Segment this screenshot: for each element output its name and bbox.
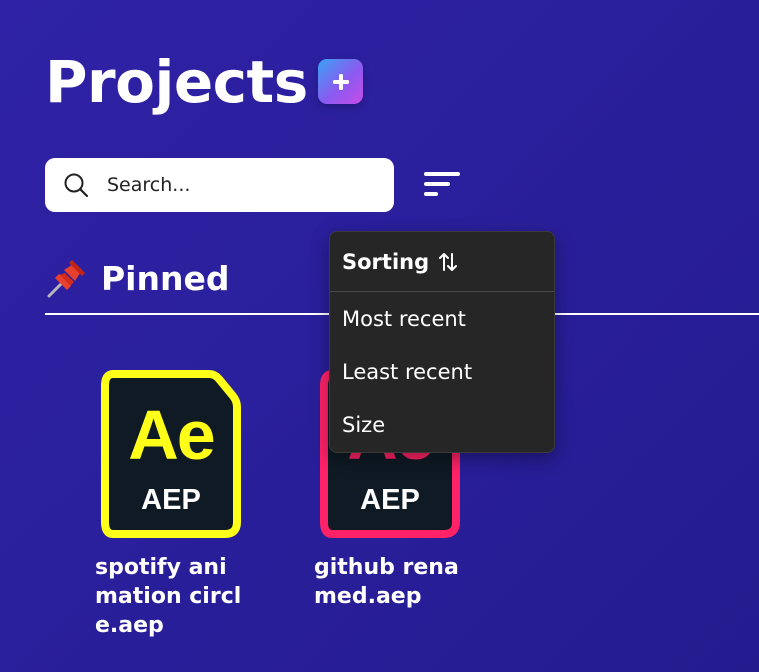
section-title: Pinned xyxy=(101,258,230,298)
page-title: Projects xyxy=(45,48,308,116)
sort-option-least-recent[interactable]: Least recent xyxy=(330,345,554,398)
sort-menu-header: Sorting xyxy=(330,232,554,292)
search-input[interactable] xyxy=(107,158,377,212)
file-extension-label: AEP xyxy=(360,484,420,516)
sort-option-most-recent[interactable]: Most recent xyxy=(330,292,554,345)
file-type-letters: Ae xyxy=(128,396,215,474)
add-project-button[interactable] xyxy=(318,59,363,104)
project-name: github renamed.aep xyxy=(314,555,459,609)
sort-menu: Sorting Most recent Least recent Size xyxy=(329,231,555,453)
sort-option-size[interactable]: Size xyxy=(330,398,554,451)
search-icon xyxy=(64,173,89,198)
plus-icon xyxy=(332,73,349,90)
sort-arrows-icon xyxy=(439,252,458,271)
project-name: spotify animation circle.aep xyxy=(95,555,242,638)
search-box[interactable] xyxy=(45,158,394,212)
pinned-section-header: Pinned xyxy=(45,253,230,303)
file-extension-label: AEP xyxy=(141,484,201,516)
sort-lines-icon[interactable] xyxy=(420,166,462,204)
sort-menu-title: Sorting xyxy=(342,249,430,274)
pushpin-icon xyxy=(47,260,85,298)
